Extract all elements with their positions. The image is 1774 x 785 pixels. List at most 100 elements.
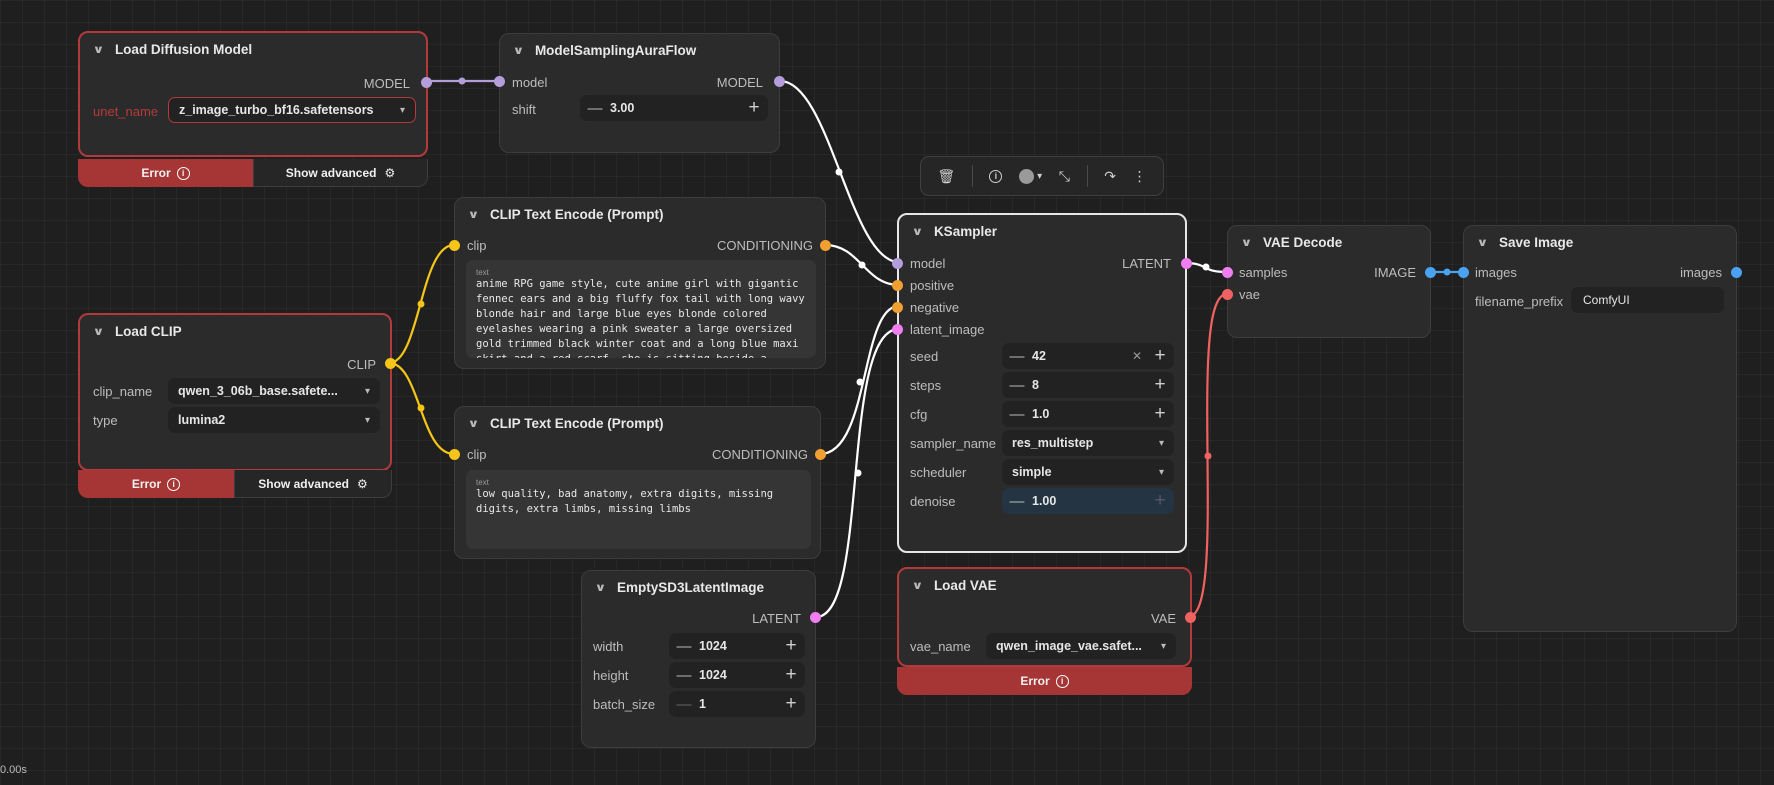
chevron-down-icon[interactable]: ∨ bbox=[912, 579, 924, 592]
node-title-bar[interactable]: ∨ VAE Decode bbox=[1228, 226, 1430, 258]
node-title-bar[interactable]: ∨ Load Diffusion Model bbox=[80, 33, 426, 65]
steps-value: 8 bbox=[1032, 378, 1039, 392]
info-icon[interactable]: i bbox=[989, 169, 1003, 183]
shift-stepper[interactable]: —3.00 + bbox=[580, 95, 768, 121]
node-title-bar[interactable]: ∨ CLIP Text Encode (Prompt) bbox=[455, 198, 825, 230]
decrement-icon[interactable]: — bbox=[669, 696, 699, 713]
node-ksampler[interactable]: ∨ KSampler model LATENT positive negative… bbox=[892, 213, 1192, 553]
increment-icon[interactable]: + bbox=[777, 635, 805, 657]
chevron-down-icon[interactable]: ∨ bbox=[93, 325, 105, 338]
decrement-icon[interactable]: — bbox=[669, 638, 699, 655]
chevron-down-icon[interactable]: ∨ bbox=[93, 43, 105, 56]
output-slot-conditioning[interactable] bbox=[815, 449, 826, 460]
chevron-down-icon[interactable]: ∨ bbox=[1241, 236, 1253, 249]
increment-icon[interactable]: + bbox=[777, 693, 805, 715]
input-slot-negative[interactable] bbox=[892, 302, 903, 313]
decrement-icon[interactable]: — bbox=[580, 100, 610, 117]
cfg-stepper[interactable]: —1.0 + bbox=[1002, 401, 1174, 427]
decrement-icon[interactable]: — bbox=[1002, 406, 1032, 423]
output-slot-image[interactable] bbox=[1425, 267, 1436, 278]
input-slot-images[interactable] bbox=[1458, 267, 1469, 278]
output-slot-latent[interactable] bbox=[810, 612, 821, 623]
node-title-bar[interactable]: ∨ KSampler bbox=[899, 215, 1185, 247]
show-advanced-button[interactable]: Show advanced ⚙ bbox=[234, 470, 392, 498]
width-stepper[interactable]: —1024 + bbox=[669, 633, 805, 659]
node-title-bar[interactable]: ∨ ModelSamplingAuraFlow bbox=[500, 34, 779, 66]
output-slot-vae[interactable] bbox=[1185, 612, 1196, 623]
output-slot-clip[interactable] bbox=[385, 358, 396, 369]
node-title-bar[interactable]: ∨ Load CLIP bbox=[80, 315, 390, 347]
more-icon[interactable]: ⋮ bbox=[1133, 168, 1147, 185]
increment-icon[interactable]: + bbox=[1146, 345, 1174, 367]
node-title-bar[interactable]: ∨ EmptySD3LatentImage bbox=[582, 571, 815, 603]
batch-size-stepper[interactable]: —1 + bbox=[669, 691, 805, 717]
output-label-clip: CLIP bbox=[347, 357, 376, 372]
input-slot-vae[interactable] bbox=[1222, 289, 1233, 300]
steps-stepper[interactable]: —8 + bbox=[1002, 372, 1174, 398]
trash-icon[interactable]: 🗑 bbox=[937, 168, 955, 185]
node-load-clip[interactable]: ∨ Load CLIP CLIP clip_name qwen_3_06b_bas… bbox=[78, 313, 396, 498]
node-model-sampling-auraflow[interactable]: ∨ ModelSamplingAuraFlow model MODEL shift… bbox=[494, 33, 785, 153]
input-slot-samples[interactable] bbox=[1222, 267, 1233, 278]
node-empty-sd3-latent-image[interactable]: ∨ EmptySD3LatentImage LATENT width —1024 +… bbox=[581, 570, 821, 748]
input-slot-model[interactable] bbox=[494, 76, 505, 87]
sampler-name-select[interactable]: res_multistep ▾ bbox=[1002, 430, 1174, 456]
node-save-image[interactable]: ∨ Save Image images images filename_prefi… bbox=[1458, 225, 1742, 632]
prompt-textarea[interactable]: text anime RPG game style, cute anime gi… bbox=[466, 260, 816, 358]
scheduler-select[interactable]: simple ▾ bbox=[1002, 459, 1174, 485]
filename-prefix-input[interactable]: ComfyUI bbox=[1571, 287, 1724, 313]
output-slot-images[interactable] bbox=[1731, 267, 1742, 278]
error-button[interactable]: Error i bbox=[897, 667, 1192, 695]
input-slot-clip[interactable] bbox=[449, 449, 460, 460]
node-vae-decode[interactable]: ∨ VAE Decode samples IMAGE vae bbox=[1222, 225, 1436, 338]
chevron-down-icon[interactable]: ∨ bbox=[912, 225, 924, 238]
show-advanced-button[interactable]: Show advanced ⚙ bbox=[253, 159, 428, 187]
increment-icon[interactable]: + bbox=[777, 664, 805, 686]
output-slot-model[interactable] bbox=[774, 76, 785, 87]
chevron-down-icon[interactable]: ∨ bbox=[468, 208, 480, 221]
output-slot-model[interactable] bbox=[421, 77, 432, 88]
height-stepper[interactable]: —1024 + bbox=[669, 662, 805, 688]
unet-name-select[interactable]: z_image_turbo_bf16.safetensors ▾ bbox=[168, 97, 416, 123]
error-button[interactable]: Error i bbox=[78, 470, 234, 498]
chevron-down-icon: ▾ bbox=[1158, 437, 1164, 449]
error-button[interactable]: Error i bbox=[78, 159, 253, 187]
node-title-bar[interactable]: ∨ Load VAE bbox=[899, 569, 1190, 601]
randomize-icon[interactable]: ✕ bbox=[1132, 349, 1142, 363]
color-picker-icon[interactable]: ▾ bbox=[1019, 168, 1042, 184]
prompt-text: anime RPG game style, cute anime girl wi… bbox=[476, 278, 805, 358]
input-slot-latent-image[interactable] bbox=[892, 324, 903, 335]
chevron-down-icon[interactable]: ∨ bbox=[468, 417, 480, 430]
input-slot-positive[interactable] bbox=[892, 280, 903, 291]
input-slot-clip[interactable] bbox=[449, 240, 460, 251]
type-select[interactable]: lumina2 ▾ bbox=[168, 407, 380, 433]
decrement-icon[interactable]: — bbox=[1002, 377, 1032, 394]
decrement-icon[interactable]: — bbox=[1002, 348, 1032, 365]
chevron-down-icon[interactable]: ∨ bbox=[513, 44, 525, 57]
height-label: height bbox=[593, 668, 629, 683]
node-clip-text-encode-positive[interactable]: ∨ CLIP Text Encode (Prompt) clip CONDITIO… bbox=[449, 197, 831, 369]
decrement-icon[interactable]: — bbox=[1002, 493, 1032, 510]
node-title-bar[interactable]: ∨ Save Image bbox=[1464, 226, 1736, 258]
node-load-diffusion-model[interactable]: ∨ Load Diffusion Model MODEL unet_name z_… bbox=[78, 31, 432, 187]
output-slot-conditioning[interactable] bbox=[820, 240, 831, 251]
bypass-icon[interactable]: ↷ bbox=[1104, 168, 1116, 185]
chevron-down-icon[interactable]: ∨ bbox=[1477, 236, 1489, 249]
node-clip-text-encode-negative[interactable]: ∨ CLIP Text Encode (Prompt) clip CONDITIO… bbox=[449, 406, 826, 559]
increment-icon[interactable]: + bbox=[1146, 490, 1174, 512]
node-load-vae[interactable]: ∨ Load VAE VAE vae_name qwen_image_vae.sa… bbox=[897, 567, 1196, 695]
denoise-stepper[interactable]: —1.00 + bbox=[1002, 488, 1174, 514]
increment-icon[interactable]: + bbox=[1146, 403, 1174, 425]
decrement-icon[interactable]: — bbox=[669, 667, 699, 684]
seed-stepper[interactable]: —42 ✕ + bbox=[1002, 343, 1174, 369]
increment-icon[interactable]: + bbox=[740, 97, 768, 119]
input-slot-model[interactable] bbox=[892, 258, 903, 269]
chevron-down-icon[interactable]: ∨ bbox=[595, 581, 607, 594]
increment-icon[interactable]: + bbox=[1146, 374, 1174, 396]
output-slot-latent[interactable] bbox=[1181, 258, 1192, 269]
clip-name-select[interactable]: qwen_3_06b_base.safete... ▾ bbox=[168, 378, 380, 404]
node-title-bar[interactable]: ∨ CLIP Text Encode (Prompt) bbox=[455, 407, 820, 439]
vae-name-select[interactable]: qwen_image_vae.safet... ▾ bbox=[986, 633, 1176, 659]
collapse-icon[interactable]: ⤡ bbox=[1059, 168, 1070, 185]
prompt-textarea[interactable]: text low quality, bad anatomy, extra dig… bbox=[466, 470, 811, 549]
